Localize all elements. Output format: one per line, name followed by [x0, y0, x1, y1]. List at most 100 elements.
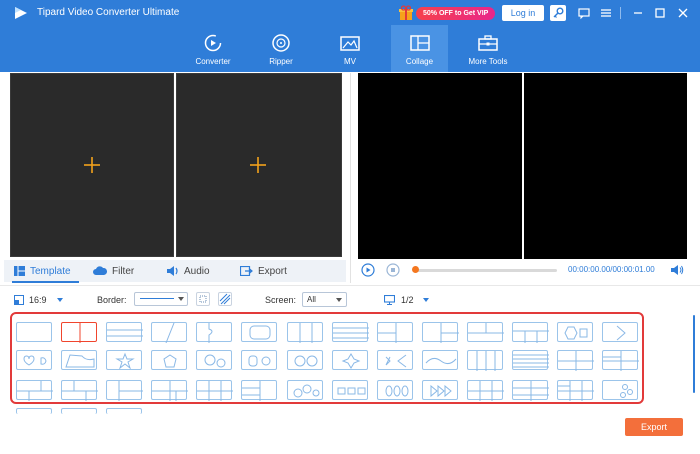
template-thumbnail[interactable]	[512, 380, 549, 401]
screen-select-value: All	[307, 295, 316, 304]
template-thumbnail[interactable]	[16, 350, 52, 370]
add-media-icon[interactable]	[83, 156, 101, 174]
maximize-icon[interactable]	[652, 5, 668, 21]
template-thumbnail[interactable]	[332, 380, 368, 400]
template-layout-icon	[513, 381, 549, 401]
template-thumbnail[interactable]	[467, 322, 504, 342]
aspect-ratio-select[interactable]: 16:9	[14, 293, 63, 307]
template-thumbnail[interactable]	[467, 350, 503, 371]
template-layout-icon	[118, 381, 143, 401]
template-thumbnail[interactable]	[602, 380, 638, 400]
speaker-icon	[167, 266, 178, 276]
template-thumbnail[interactable]	[241, 322, 277, 342]
app-title: Tipard Video Converter Ultimate	[37, 7, 180, 18]
nav-label: MV	[344, 57, 356, 66]
register-key-button[interactable]	[550, 5, 566, 21]
template-layout-icon	[65, 354, 95, 368]
template-thumbnail[interactable]	[106, 380, 143, 401]
template-thumbnail[interactable]	[332, 350, 368, 370]
nav-more-tools[interactable]: More Tools	[462, 25, 514, 72]
template-layout-icon	[620, 384, 633, 398]
template-thumbnail[interactable]	[467, 380, 504, 401]
template-thumbnail[interactable]	[151, 380, 188, 401]
template-layout-icon	[152, 381, 188, 401]
template-thumbnail[interactable]	[557, 380, 594, 401]
template-thumbnail[interactable]	[377, 322, 413, 343]
border-pattern-button[interactable]	[218, 292, 232, 306]
template-layout-icon	[204, 354, 226, 368]
nav-collage[interactable]: Collage	[391, 25, 448, 72]
minimize-icon[interactable]	[630, 5, 646, 21]
template-layout-icon	[564, 326, 588, 340]
playback-progress-track[interactable]	[416, 269, 557, 272]
template-thumbnail[interactable]	[196, 350, 232, 370]
template-thumbnail[interactable]	[557, 322, 593, 342]
nav-mv[interactable]: MV	[328, 25, 372, 72]
template-layout-icon	[385, 354, 407, 368]
template-thumbnail[interactable]	[557, 350, 594, 371]
template-thumbnail[interactable]	[602, 350, 639, 371]
tab-export[interactable]: Export	[240, 264, 287, 278]
template-thumbnail[interactable]	[287, 322, 323, 343]
template-thumbnail[interactable]	[287, 380, 323, 400]
menu-icon[interactable]	[598, 5, 614, 21]
chat-icon[interactable]	[576, 5, 592, 21]
template-thumbnail[interactable]	[151, 322, 187, 344]
template-thumbnail[interactable]	[196, 380, 233, 401]
play-icon[interactable]	[361, 263, 375, 277]
template-thumbnail[interactable]	[332, 322, 369, 342]
template-thumbnail[interactable]	[287, 350, 323, 370]
template-layout-icon	[107, 329, 143, 337]
template-layout-icon	[430, 384, 452, 398]
template-thumbnail[interactable]	[106, 408, 142, 414]
vip-promo[interactable]: 50% OFF to Get VIP	[398, 5, 496, 21]
template-thumbnail[interactable]	[106, 350, 142, 370]
add-media-icon[interactable]	[249, 156, 267, 174]
template-thumbnail[interactable]	[61, 350, 97, 370]
close-icon[interactable]	[675, 5, 691, 21]
template-thumbnail[interactable]	[106, 322, 143, 342]
template-layout-icon	[513, 354, 549, 368]
template-thumbnail[interactable]	[422, 350, 458, 370]
template-thumbnail[interactable]	[61, 408, 97, 414]
chevron-down-icon	[56, 298, 63, 302]
template-thumbnail[interactable]	[16, 322, 52, 342]
login-button[interactable]: Log in	[502, 5, 544, 21]
divider	[620, 7, 621, 19]
template-thumbnail[interactable]	[422, 322, 459, 343]
border-color-button[interactable]	[196, 292, 210, 306]
template-thumbnail[interactable]	[241, 380, 277, 401]
template-layout-icon	[62, 381, 98, 401]
template-thumbnail[interactable]	[377, 350, 413, 370]
template-thumbnail[interactable]	[16, 408, 52, 414]
collage-icon	[409, 35, 430, 51]
stop-icon[interactable]	[386, 263, 400, 277]
mv-icon	[340, 36, 360, 51]
template-thumbnail[interactable]	[512, 322, 549, 343]
tab-filter[interactable]: Filter	[93, 264, 134, 278]
volume-icon[interactable]	[670, 263, 684, 277]
page-value: 1/2	[401, 295, 414, 305]
tab-template[interactable]: Template	[14, 264, 71, 278]
nav-ripper[interactable]: Ripper	[258, 25, 304, 72]
template-scrollbar[interactable]	[693, 315, 695, 393]
template-layout-icon	[115, 352, 135, 370]
nav-label: Converter	[195, 57, 231, 66]
page-select[interactable]: 1/2	[384, 293, 429, 307]
template-thumbnail[interactable]	[61, 322, 97, 343]
tab-audio[interactable]: Audio	[167, 264, 210, 278]
tab-label: Export	[258, 265, 287, 277]
template-thumbnail[interactable]	[512, 350, 549, 370]
nav-converter[interactable]: Converter	[188, 25, 238, 72]
template-thumbnail[interactable]	[602, 322, 638, 342]
nav-label: Ripper	[269, 57, 293, 66]
template-thumbnail[interactable]	[422, 380, 458, 400]
export-button[interactable]: Export	[625, 418, 683, 436]
template-thumbnail[interactable]	[61, 380, 98, 401]
template-thumbnail[interactable]	[196, 322, 232, 343]
playback-progress-handle[interactable]	[412, 266, 419, 273]
template-thumbnail[interactable]	[241, 350, 277, 370]
template-thumbnail[interactable]	[151, 350, 187, 370]
template-thumbnail[interactable]	[377, 380, 413, 400]
template-thumbnail[interactable]	[16, 380, 53, 401]
